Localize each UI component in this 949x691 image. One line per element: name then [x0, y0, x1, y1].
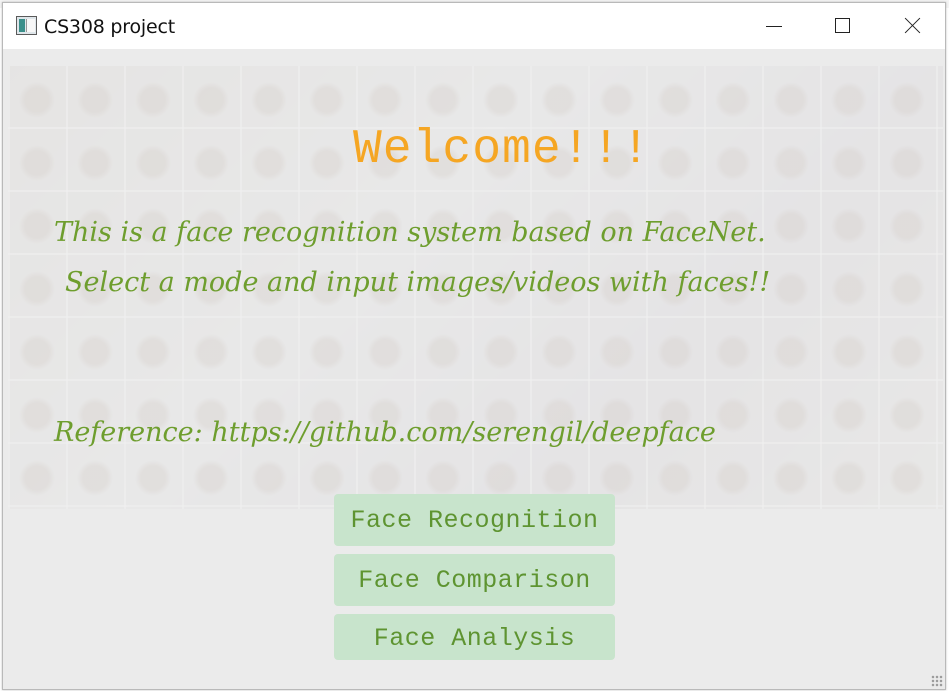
window-title: CS308 project — [44, 16, 175, 38]
resize-grip[interactable] — [931, 675, 943, 687]
close-button[interactable] — [877, 3, 947, 49]
title-bar[interactable]: CS308 project — [3, 3, 945, 49]
minimize-icon — [766, 26, 782, 27]
maximize-icon — [835, 18, 850, 33]
close-icon — [904, 17, 921, 34]
description-line-1: This is a face recognition system based … — [54, 217, 766, 248]
welcome-heading: Welcome!!! — [353, 123, 652, 177]
face-recognition-button[interactable]: Face Recognition — [334, 494, 615, 546]
face-comparison-button[interactable]: Face Comparison — [334, 554, 615, 606]
app-window: CS308 project Welcome!!! This is a face … — [2, 2, 946, 690]
reference-text: Reference: https://github.com/serengil/d… — [54, 417, 716, 448]
maximize-button[interactable] — [807, 3, 877, 49]
description-line-2: Select a mode and input images/videos wi… — [65, 267, 771, 298]
minimize-button[interactable] — [737, 3, 807, 49]
app-icon — [16, 16, 37, 35]
face-analysis-button[interactable]: Face Analysis — [334, 614, 615, 660]
